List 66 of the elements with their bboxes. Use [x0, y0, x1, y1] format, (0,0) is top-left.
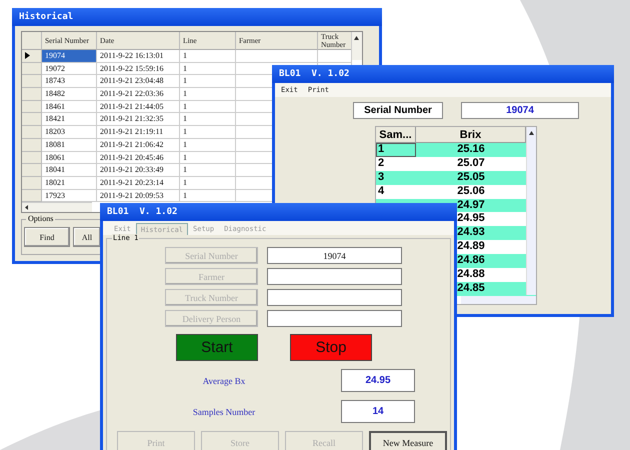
table-cell-text: 24.97 — [456, 198, 486, 212]
window-title: Historical — [19, 12, 74, 22]
table-cell: 1 — [180, 100, 236, 114]
table-cell: 2011-9-21 20:09:53 — [97, 190, 180, 202]
table-cell: 1 — [180, 152, 236, 164]
table-cell: 1 — [180, 113, 236, 126]
window-title: BL01 V. 1.02 — [279, 69, 350, 79]
table-cell: 2011-9-21 21:32:35 — [97, 113, 180, 126]
table-cell: 1 — [376, 143, 416, 157]
table-cell: 2011-9-21 21:44:05 — [97, 100, 180, 114]
table-cell-text: 4 — [377, 184, 386, 199]
reading-label: Average Bx — [202, 376, 246, 386]
action-button[interactable]: Stop — [290, 334, 372, 361]
table-cell-text: 25.05 — [456, 170, 486, 185]
group-label: Options — [26, 214, 56, 223]
table-cell-text: 24.86 — [456, 254, 486, 268]
reading-label: Samples Number — [192, 406, 256, 416]
table-cell-text: 24.88 — [456, 268, 486, 282]
table-cell-text: 24.89 — [456, 240, 486, 254]
table-cell: 2011-9-22 16:13:01 — [97, 50, 180, 63]
option-button[interactable]: Find — [24, 227, 70, 247]
table-cell-text: 25.06 — [456, 184, 486, 199]
table-cell-text: 3 — [377, 170, 386, 185]
table-cell-text: 24.93 — [456, 226, 486, 240]
column-header[interactable]: Sam... — [376, 127, 416, 143]
serial-value: 19074 — [461, 102, 579, 119]
table-cell-text: 24.85 — [456, 282, 486, 296]
table-cell: 1 — [180, 190, 236, 202]
table-cell: 18041 — [42, 164, 97, 177]
option-button[interactable]: All — [73, 227, 101, 247]
table-cell: 1 — [180, 126, 236, 139]
table-cell: 1 — [180, 176, 236, 190]
table-cell: 1 — [180, 88, 236, 101]
table-cell: 1 — [180, 50, 236, 63]
table-cell-text: 2 — [377, 156, 386, 171]
table-cell: 2011-9-21 20:23:14 — [97, 176, 180, 190]
table-cell-text: 24.95 — [456, 212, 486, 226]
window-title: BL01 V. 1.02 — [107, 207, 178, 217]
reading-value: 24.95 — [341, 369, 415, 392]
command-button[interactable]: New Measure — [369, 431, 447, 450]
serial-label: Serial Number — [353, 102, 443, 119]
table-cell: 18461 — [42, 100, 97, 114]
reading-value: 14 — [341, 400, 415, 423]
table-cell: 19072 — [42, 62, 97, 76]
table-cell: 18743 — [42, 75, 97, 88]
table-cell: 18081 — [42, 138, 97, 152]
table-cell: 1 — [180, 62, 236, 76]
table-cell: 2011-9-21 23:04:48 — [97, 75, 180, 88]
table-cell: 1 — [180, 75, 236, 88]
table-cell-text: 25.16 — [456, 143, 486, 157]
table-cell: 2011-9-22 15:59:16 — [97, 62, 180, 76]
table-cell: 18421 — [42, 113, 97, 126]
table-cell: 18061 — [42, 152, 97, 164]
table-cell: 18021 — [42, 176, 97, 190]
table-cell: 2011-9-21 21:19:11 — [97, 126, 180, 139]
table-cell-text: 25.07 — [456, 156, 486, 171]
table-cell: 18482 — [42, 88, 97, 101]
table-cell: 2011-9-21 20:45:46 — [97, 152, 180, 164]
table-cell: 2011-9-21 21:06:42 — [97, 138, 180, 152]
table-cell: 19074 — [42, 50, 97, 63]
table-cell: 2011-9-21 22:03:36 — [97, 88, 180, 101]
table-cell: 2011-9-21 20:33:49 — [97, 164, 180, 177]
table-cell: 1 — [180, 138, 236, 152]
table-cell: 18203 — [42, 126, 97, 139]
table-cell: 1 — [180, 164, 236, 177]
action-button[interactable]: Start — [176, 334, 258, 361]
